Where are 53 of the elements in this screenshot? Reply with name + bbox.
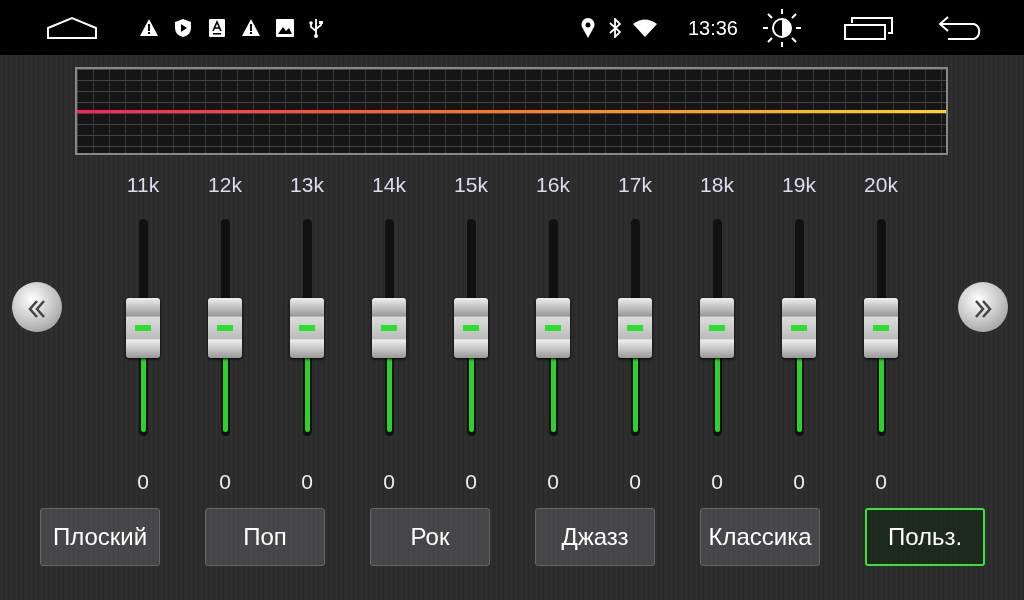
frequency-label: 16k — [536, 173, 570, 197]
location-pin-icon — [580, 17, 595, 38]
next-button[interactable] — [958, 282, 1008, 332]
slider-thumb[interactable] — [126, 297, 160, 358]
slider-thumb[interactable] — [454, 297, 488, 358]
preset-button[interactable]: Плоский — [40, 508, 160, 566]
preset-button[interactable]: Рок — [370, 508, 490, 566]
gain-value: 0 — [547, 470, 559, 494]
gain-value: 0 — [465, 470, 477, 494]
preset-button[interactable]: Джазз — [535, 508, 655, 566]
frequency-label: 13k — [290, 173, 324, 197]
warning-icon — [139, 18, 159, 37]
warning-icon — [241, 18, 261, 37]
slider-thumb[interactable] — [618, 297, 652, 358]
preset-button[interactable]: Поп — [205, 508, 325, 566]
slider-thumb[interactable] — [782, 297, 816, 358]
frequency-label: 19k — [782, 173, 816, 197]
frequency-label: 18k — [700, 173, 734, 197]
slider-thumb[interactable] — [208, 297, 242, 358]
brightness-icon — [762, 7, 802, 48]
slider-thumb[interactable] — [536, 297, 570, 358]
gain-value: 0 — [629, 470, 641, 494]
frequency-label: 20k — [864, 173, 898, 197]
gain-value: 0 — [219, 470, 231, 494]
frequency-label: 11k — [126, 173, 160, 197]
recent-apps-icon — [844, 14, 894, 41]
frequency-label: 12k — [208, 173, 242, 197]
image-icon — [276, 18, 294, 37]
usb-icon — [309, 17, 323, 38]
slider-thumb[interactable] — [290, 297, 324, 358]
home-button[interactable] — [46, 15, 98, 40]
bluetooth-icon — [608, 17, 621, 38]
gain-value: 0 — [875, 470, 887, 494]
slider-thumb[interactable] — [700, 297, 734, 358]
gain-value: 0 — [711, 470, 723, 494]
clock-time: 13:36 — [687, 15, 738, 41]
shield-play-icon — [174, 17, 192, 38]
preset-button[interactable]: Польз. — [865, 508, 985, 566]
gain-value: 0 — [383, 470, 395, 494]
recent-apps-button[interactable] — [844, 14, 894, 41]
gain-value: 0 — [301, 470, 313, 494]
frequency-label: 17k — [618, 173, 652, 197]
wifi-icon — [632, 18, 657, 37]
gain-value: 0 — [137, 470, 149, 494]
slider-thumb[interactable] — [864, 297, 898, 358]
home-icon — [46, 15, 98, 40]
frequency-label: 14k — [372, 173, 406, 197]
preset-button[interactable]: Классика — [700, 508, 820, 566]
text-document-icon — [209, 18, 225, 37]
gain-value: 0 — [793, 470, 805, 494]
previous-button[interactable] — [12, 282, 62, 332]
frequency-label: 15k — [454, 173, 488, 197]
slider-thumb[interactable] — [372, 297, 406, 358]
